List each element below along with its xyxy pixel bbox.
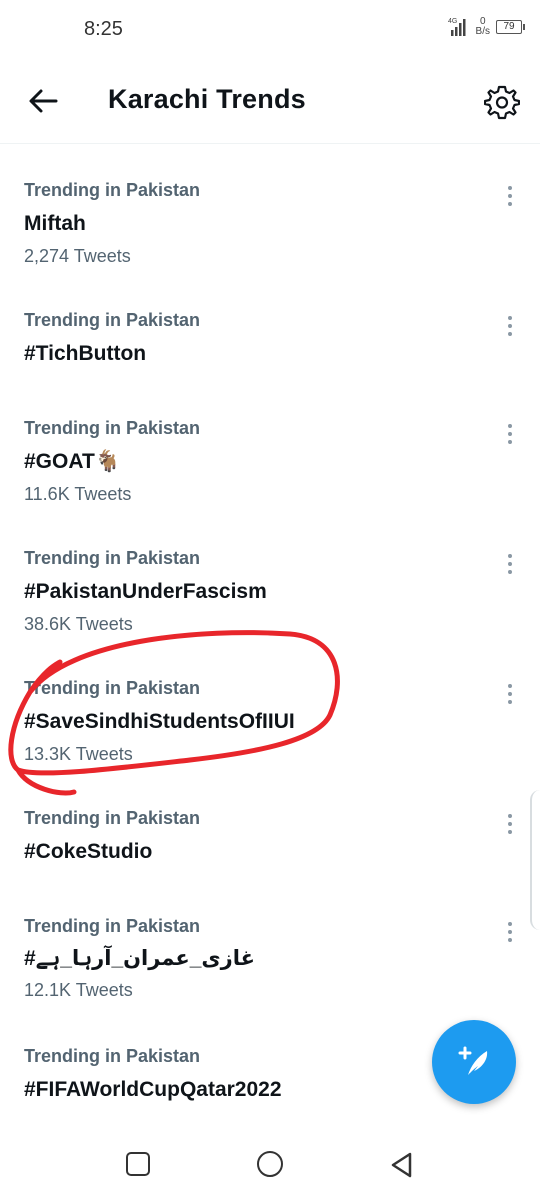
more-options-icon[interactable]	[502, 184, 518, 208]
trend-context: Trending in Pakistan	[24, 808, 201, 828]
trend-item[interactable]: Trending in Pakistan Miftah 2,274 Tweets	[0, 176, 540, 286]
nav-back-button[interactable]	[388, 1150, 416, 1180]
home-button[interactable]	[257, 1151, 283, 1177]
trend-context: Trending in Pakistan	[24, 1046, 201, 1066]
compose-tweet-button[interactable]	[432, 1020, 516, 1104]
trend-context: Trending in Pakistan	[24, 180, 201, 200]
trend-name: #CokeStudio	[24, 840, 153, 863]
trend-name: #FIFAWorldCupQatar2022	[24, 1078, 282, 1101]
trend-item[interactable]: Trending in Pakistan #CokeStudio	[0, 804, 540, 884]
trend-item[interactable]: Trending in Pakistan #غازی_عمران_آرہا_ہے…	[0, 912, 540, 1022]
trend-context: Trending in Pakistan	[24, 310, 201, 330]
system-nav-bar	[0, 1130, 540, 1200]
trend-context: Trending in Pakistan	[24, 418, 201, 438]
edge-panel-handle[interactable]	[530, 790, 540, 930]
trend-name: #PakistanUnderFascism	[24, 580, 267, 603]
battery-icon: 79	[496, 20, 525, 34]
more-options-icon[interactable]	[502, 920, 518, 944]
back-arrow-icon[interactable]	[26, 84, 60, 118]
settings-gear-icon[interactable]	[484, 84, 520, 120]
app-header: Karachi Trends	[0, 62, 540, 144]
trend-count: 12.1K Tweets	[24, 980, 133, 1000]
status-time: 8:25	[84, 18, 123, 40]
trend-name: #غازی_عمران_آرہا_ہے	[24, 947, 255, 970]
signal-icon: 4G	[448, 18, 466, 36]
trend-context: Trending in Pakistan	[24, 678, 201, 698]
network-speed: 0 B/s	[476, 17, 490, 37]
trend-item[interactable]: Trending in Pakistan #SaveSindhiStudents…	[0, 674, 540, 784]
more-options-icon[interactable]	[502, 682, 518, 706]
trend-item[interactable]: Trending in Pakistan #GOAT🐐 11.6K Tweets	[0, 414, 540, 524]
trend-name: #TichButton	[24, 342, 147, 365]
more-options-icon[interactable]	[502, 812, 518, 836]
speed-unit: B/s	[475, 26, 490, 37]
status-icons: 4G 0 B/s 79	[448, 16, 525, 38]
page-title: Karachi Trends	[108, 84, 306, 114]
trend-count: 11.6K Tweets	[24, 484, 132, 504]
trend-context: Trending in Pakistan	[24, 548, 201, 568]
trend-item[interactable]: Trending in Pakistan #TichButton	[0, 306, 540, 386]
trend-count: 38.6K Tweets	[24, 614, 133, 634]
recent-apps-button[interactable]	[126, 1152, 150, 1176]
trend-item[interactable]: Trending in Pakistan #PakistanUnderFasci…	[0, 544, 540, 654]
feather-plus-icon	[458, 1046, 488, 1075]
more-options-icon[interactable]	[502, 314, 518, 338]
trend-name: #SaveSindhiStudentsOfIIUI	[24, 710, 295, 733]
trend-count: 13.3K Tweets	[24, 744, 133, 764]
status-bar: 8:25 4G 0 B/s 79	[0, 0, 540, 62]
trend-context: Trending in Pakistan	[24, 916, 201, 936]
svg-text:4G: 4G	[448, 18, 457, 25]
more-options-icon[interactable]	[502, 552, 518, 576]
trend-count: 2,274 Tweets	[24, 246, 131, 266]
more-options-icon[interactable]	[502, 422, 518, 446]
trend-name: Miftah	[24, 212, 86, 235]
trend-name: #GOAT🐐	[24, 450, 121, 473]
screen: 8:25 4G 0 B/s 79 Karachi Trends Trending…	[0, 0, 540, 1200]
